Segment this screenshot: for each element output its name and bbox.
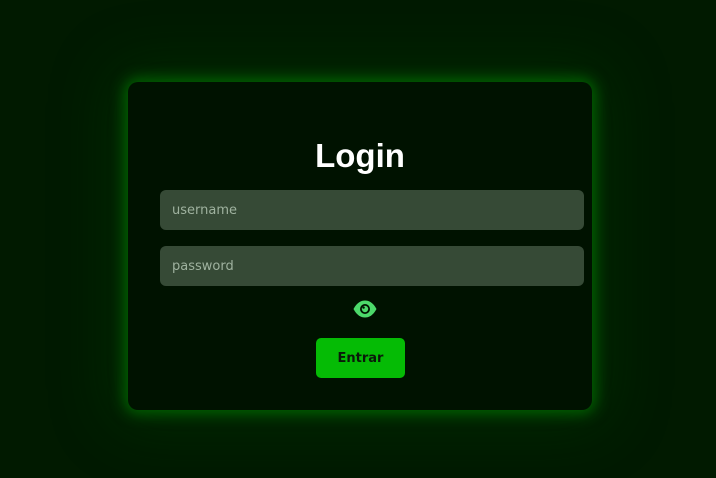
password-input[interactable] — [160, 246, 584, 286]
eye-icon — [353, 300, 377, 318]
submit-button[interactable]: Entrar — [316, 338, 405, 378]
login-title: Login — [315, 137, 405, 174]
username-input[interactable] — [160, 190, 584, 230]
show-password-eye-icon[interactable] — [352, 298, 378, 320]
login-card: Login Entrar — [128, 82, 592, 410]
